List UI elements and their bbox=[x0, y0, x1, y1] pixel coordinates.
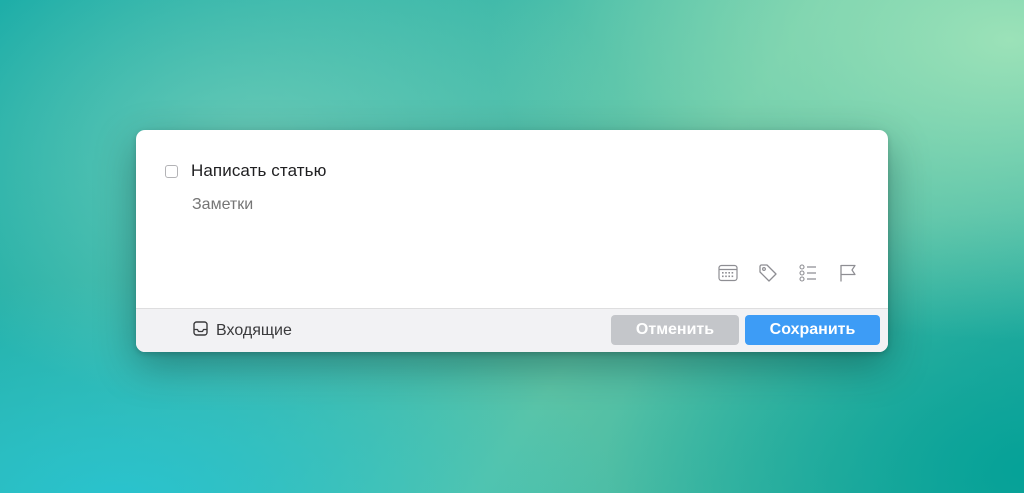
calendar-icon[interactable] bbox=[717, 262, 739, 284]
list-picker[interactable]: Входящие bbox=[193, 321, 292, 341]
task-row: Написать статью bbox=[165, 161, 326, 181]
tag-icon[interactable] bbox=[757, 262, 779, 284]
new-task-dialog: Написать статью Заметки Входящие Отменит… bbox=[136, 130, 888, 352]
cancel-button[interactable]: Отменить bbox=[611, 315, 739, 345]
checklist-icon[interactable] bbox=[797, 262, 819, 284]
list-name: Входящие bbox=[216, 322, 292, 339]
task-toolbar bbox=[699, 262, 859, 284]
task-title[interactable]: Написать статью bbox=[191, 161, 326, 181]
inbox-icon bbox=[193, 321, 208, 341]
dialog-footer: Входящие Отменить Сохранить bbox=[136, 308, 888, 352]
flag-icon[interactable] bbox=[837, 262, 859, 284]
notes-input[interactable] bbox=[192, 196, 492, 214]
task-checkbox[interactable] bbox=[165, 164, 178, 178]
save-button[interactable]: Сохранить bbox=[745, 315, 880, 345]
